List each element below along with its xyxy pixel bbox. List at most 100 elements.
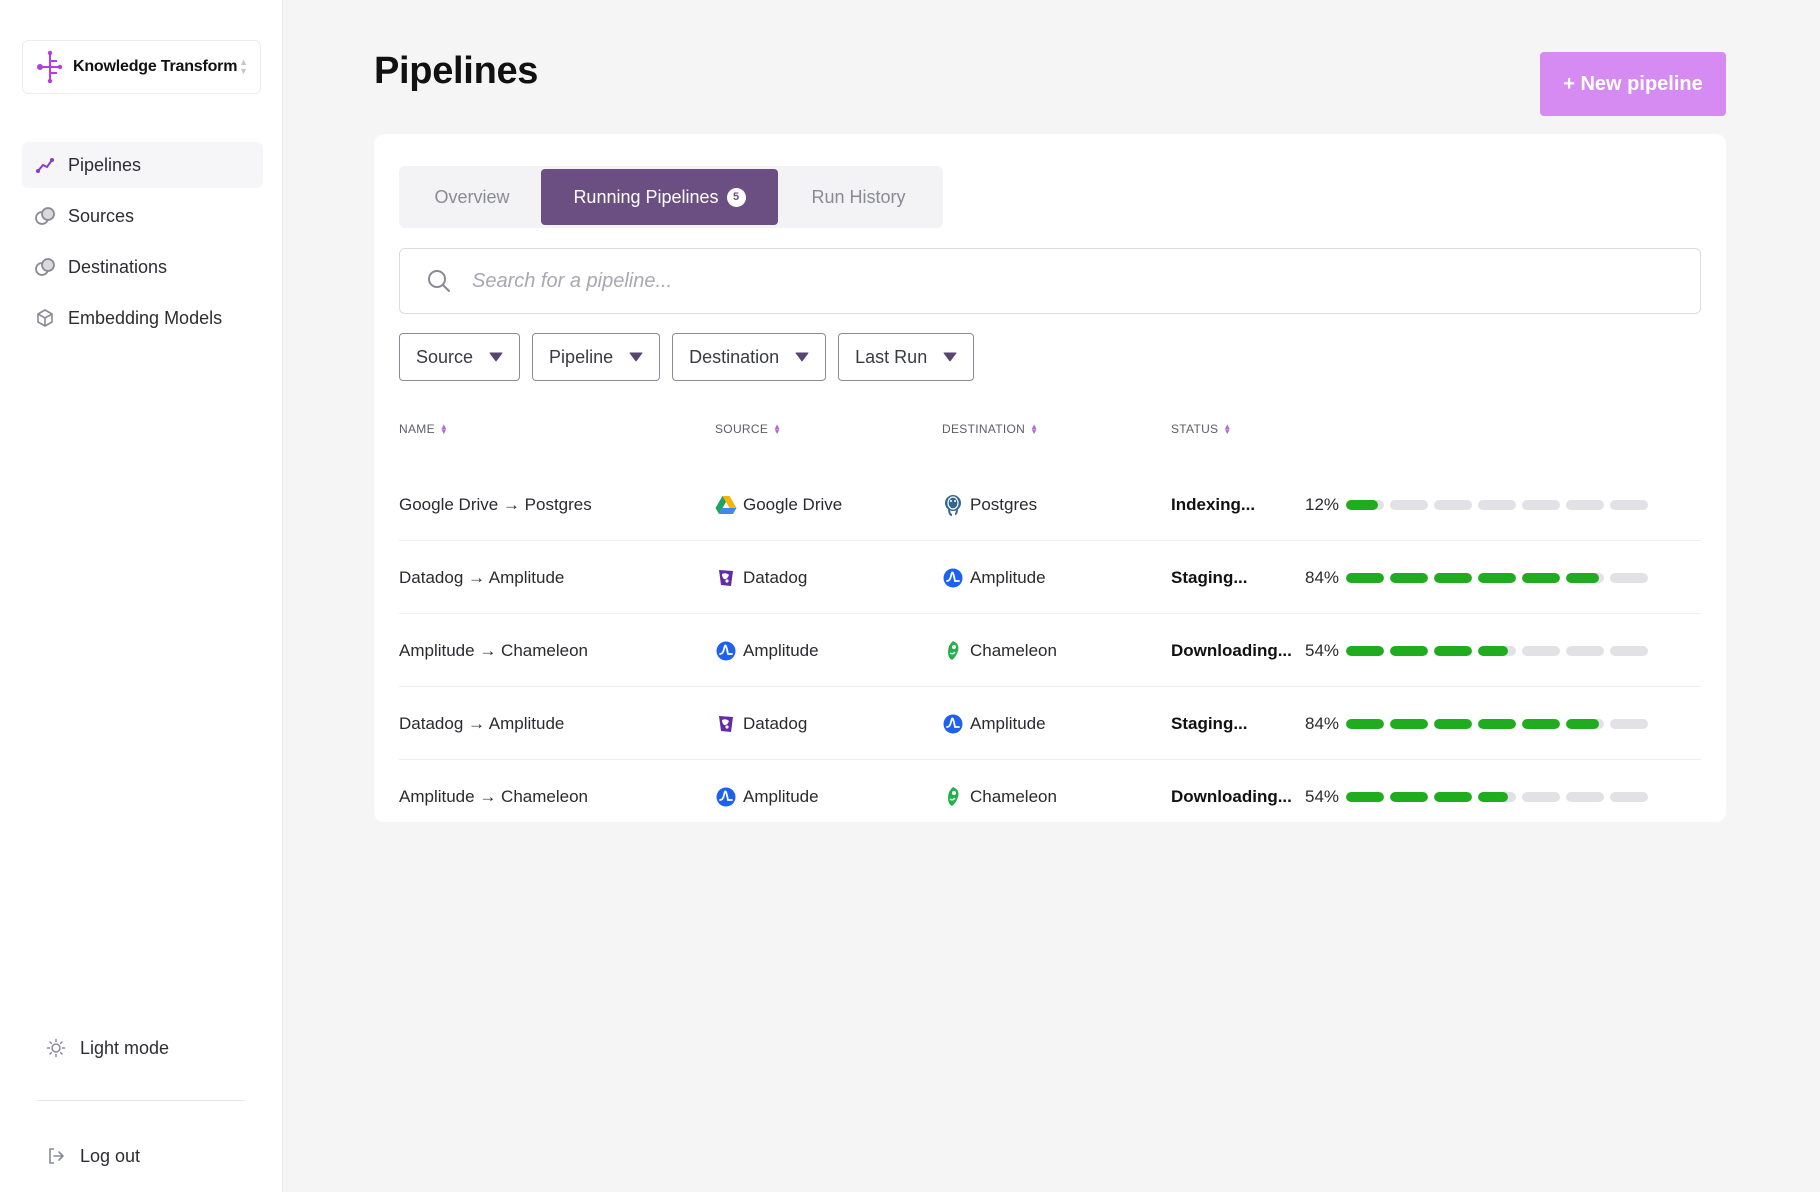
progress-segment [1610,572,1648,583]
filter-last-run[interactable]: Last Run [838,333,975,381]
table-row[interactable]: Datadog → Amplitude Datadog Amplitude Stagi… [399,541,1701,614]
tab-label: Overview [434,186,510,207]
progress-bar-cell [1346,614,1654,687]
column-header-status[interactable]: STATUS ▲ ▼ [1171,422,1232,436]
source-cell: Google Drive [715,468,842,541]
progress-segment [1434,499,1472,510]
workspace-switcher[interactable]: Knowledge Transform ▲ ▼ [22,40,261,94]
progress-segment [1390,572,1428,583]
source-name: Google Drive [743,494,843,514]
progress-fill [1434,718,1472,729]
count-badge: 5 [726,187,746,207]
sidebar: Knowledge Transform ▲ ▼ Pipelines Sources… [0,0,283,1192]
sidebar-divider [37,1100,245,1101]
source-name: Amplitude [743,640,819,660]
progress-fill [1346,718,1384,729]
sidebar-item-pipelines[interactable]: Pipelines [22,142,263,188]
destination-cell: Chameleon [942,760,1057,833]
page-title: Pipelines [374,50,539,92]
progress-segment [1434,791,1472,802]
progress-fill [1566,572,1600,583]
filter-label: Pipeline [549,346,614,367]
table-header: NAME ▲ ▼ SOURCE ▲ ▼ DESTINATION ▲ ▼ STATUS ▲ ▼ [399,422,1701,442]
table-row[interactable]: Amplitude → Chameleon Amplitude Chameleon D… [399,760,1701,833]
amplitude-icon [715,640,737,662]
progress-segment [1478,791,1516,802]
progress-segment [1478,572,1516,583]
destinations-icon [34,256,56,278]
progress-percent: 54% [1305,786,1340,806]
tab-label: Run History [811,186,906,207]
new-pipeline-button[interactable]: + New pipeline [1540,52,1726,116]
filter-label: Last Run [855,346,928,367]
datadog-icon [715,713,737,735]
amplitude-icon [715,786,737,808]
source-name: Datadog [743,713,808,733]
sidebar-item-label: Embedding Models [68,307,223,328]
search-input[interactable] [472,269,1652,293]
destination-name: Amplitude [970,567,1046,587]
progress-segment [1346,499,1384,510]
tab-run-history[interactable]: Run History [778,169,939,225]
sources-icon [34,205,56,227]
progress-segment [1610,791,1648,802]
tab-overview[interactable]: Overview [403,169,541,225]
caret-down-icon [489,352,503,362]
progress-bar [1346,718,1654,729]
progress-segment [1478,718,1516,729]
source-cell: Datadog [715,687,807,760]
progress-segment [1346,645,1384,656]
column-header-name[interactable]: NAME ▲ ▼ [399,422,448,436]
google-drive-icon [715,494,737,516]
sidebar-item-sources[interactable]: Sources [22,193,263,239]
destination-name: Chameleon [970,640,1057,660]
status-text: Staging... [1171,713,1248,733]
sidebar-item-embedding-models[interactable]: Embedding Models [22,295,263,341]
pipelines-card: Overview Running Pipelines 5 Run History … [374,134,1726,822]
filter-destination[interactable]: Destination [672,333,827,381]
filter-source[interactable]: Source [399,333,521,381]
table-row[interactable]: Datadog → Amplitude Datadog Amplitude Stagi… [399,687,1701,760]
pipeline-name: Google Drive → Postgres [399,494,592,514]
progress-segment [1566,499,1604,510]
status-text: Downloading... [1171,786,1292,806]
progress-fill [1390,645,1428,656]
light-mode-toggle[interactable]: Light mode [46,1032,169,1064]
column-header-destination[interactable]: DESTINATION ▲ ▼ [942,422,1038,436]
progress-segment [1522,499,1560,510]
progress-fill [1390,718,1428,729]
destination-cell: Amplitude [942,541,1046,614]
logout-icon [46,1146,66,1166]
chameleon-icon [942,786,964,808]
table-row[interactable]: Google Drive → Postgres Google Drive Postg… [399,468,1701,541]
filter-label: Source [416,346,474,367]
search-box [399,248,1701,314]
logout-button[interactable]: Log out [46,1140,140,1172]
progress-segment [1566,645,1604,656]
progress-fill [1478,645,1508,656]
progress-bar [1346,791,1654,802]
progress-segment [1566,572,1604,583]
filter-label: Destination [689,346,780,367]
progress-segment [1522,572,1560,583]
column-header-source[interactable]: SOURCE ▲ ▼ [715,422,781,436]
column-label: DESTINATION [942,422,1026,436]
destination-name: Amplitude [970,713,1046,733]
progress-segment [1610,499,1648,510]
postgres-icon [942,494,964,516]
progress-fill [1478,791,1508,802]
sidebar-item-destinations[interactable]: Destinations [22,244,263,290]
source-name: Datadog [743,567,808,587]
sort-icon: ▲ ▼ [773,422,782,436]
progress-bar-cell [1346,687,1654,760]
tab-running-pipelines[interactable]: Running Pipelines 5 [541,169,778,225]
cube-icon [34,307,56,329]
filter-pipeline[interactable]: Pipeline [532,333,661,381]
caret-down-icon [629,352,643,362]
source-cell: Datadog [715,541,807,614]
source-cell: Amplitude [715,760,819,833]
progress-segment [1478,645,1516,656]
progress-percent: 12% [1305,494,1340,514]
chameleon-icon [942,640,964,662]
table-row[interactable]: Amplitude → Chameleon Amplitude Chameleon D… [399,614,1701,687]
